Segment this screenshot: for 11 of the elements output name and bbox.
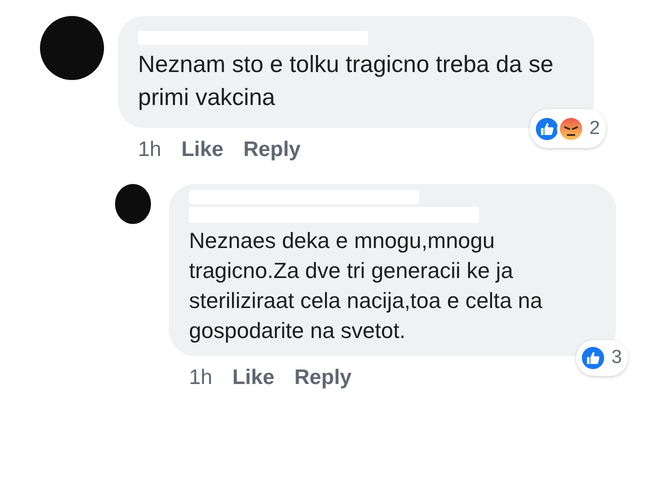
comment-text: Neznam sto e tolku tragicno treba da se primi vakcina bbox=[138, 50, 554, 112]
reply-link[interactable]: Reply bbox=[243, 134, 301, 166]
comment-text: Neznaes deka e mnogu,mnogu tragicno.Za dve tri generacii ke ja steriliziraat cela nacija,toa e celta na gospodarite na svetot. bbox=[189, 226, 544, 345]
timestamp: 1h bbox=[189, 364, 212, 390]
reaction-summary[interactable]: 2 bbox=[530, 109, 606, 148]
reaction-summary[interactable]: 3 bbox=[576, 340, 628, 376]
reply-link[interactable]: Reply bbox=[294, 362, 352, 393]
like-link[interactable]: Like bbox=[181, 134, 224, 166]
like-link[interactable]: Like bbox=[232, 362, 274, 393]
timestamp: 1h bbox=[138, 137, 162, 163]
avatar-placeholder bbox=[115, 184, 151, 224]
